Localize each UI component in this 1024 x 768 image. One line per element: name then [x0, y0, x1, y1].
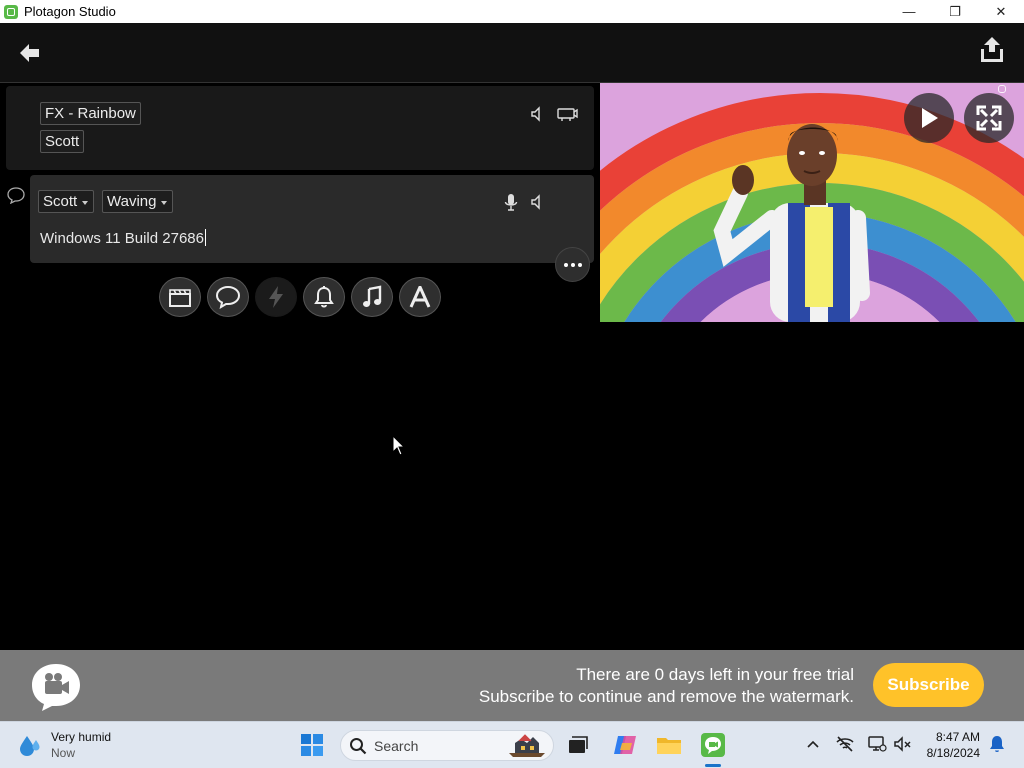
copilot-button[interactable]	[610, 730, 640, 760]
add-action-button[interactable]	[255, 277, 297, 317]
play-icon	[922, 108, 938, 128]
plotagon-app-icon	[4, 4, 18, 19]
copilot-icon	[614, 736, 636, 754]
add-music-button[interactable]	[351, 277, 393, 317]
task-view-icon	[569, 736, 588, 753]
windows-taskbar: Very humid Now Search 8:47 AM 8/18/2024	[0, 721, 1024, 768]
app-header	[0, 23, 1024, 83]
notification-bell-icon[interactable]	[987, 734, 1007, 754]
plotagon-app-icon	[701, 733, 725, 757]
music-note-icon	[363, 285, 382, 307]
add-scene-button[interactable]	[159, 277, 201, 317]
weather-title[interactable]: Very humid	[51, 730, 111, 744]
text-caret	[205, 229, 206, 246]
chevron-up-icon[interactable]	[803, 734, 823, 754]
add-text-button[interactable]	[399, 277, 441, 317]
watermark-icon	[998, 85, 1006, 93]
location-tag[interactable]: FX - Rainbow	[40, 102, 141, 125]
water-drop-icon[interactable]	[17, 732, 43, 758]
share-upload-icon	[981, 37, 1003, 62]
microphone-icon[interactable]	[502, 193, 520, 211]
folder-icon	[657, 738, 681, 754]
character-dropdown[interactable]: Scott	[38, 190, 95, 213]
dialogue-text: Windows 11 Build 27686	[40, 230, 204, 247]
video-preview[interactable]	[600, 83, 1024, 322]
speaker-icon[interactable]	[529, 193, 547, 211]
dot	[577, 262, 582, 267]
weather-subtitle: Now	[51, 746, 76, 760]
speech-bubble-icon	[215, 285, 241, 309]
search-highlight-icon	[509, 734, 545, 757]
back-button[interactable]	[16, 39, 44, 67]
play-button[interactable]	[904, 93, 954, 143]
camera-angle-icon[interactable]	[556, 105, 578, 123]
speaker-muted-icon[interactable]	[893, 734, 913, 754]
taskbar-search[interactable]: Search	[340, 730, 554, 761]
network-disconnected-icon[interactable]	[835, 734, 855, 754]
dot	[563, 262, 568, 267]
task-view-button[interactable]	[563, 730, 593, 760]
file-explorer-button[interactable]	[654, 730, 684, 760]
window-title: Plotagon Studio	[24, 4, 116, 19]
dot	[570, 262, 575, 267]
windows-logo-icon	[301, 734, 323, 756]
arrow-left-icon	[20, 44, 39, 62]
trial-banner: There are 0 days left in your free trial…	[0, 650, 1024, 721]
plotagon-logo-icon	[32, 664, 80, 711]
more-options-button[interactable]	[555, 247, 590, 282]
active-app-indicator	[705, 764, 721, 767]
close-button[interactable]: ✕	[978, 0, 1024, 23]
display-icon[interactable]	[867, 734, 887, 754]
dialogue-line-card[interactable]: Scott Waving	[30, 175, 594, 263]
minimize-button[interactable]: —	[886, 0, 932, 23]
window-controls: — ❐ ✕	[886, 0, 1024, 23]
dialogue-text-input[interactable]: Windows 11 Build 27686	[40, 229, 206, 247]
export-button[interactable]	[978, 35, 1006, 65]
clapperboard-icon	[169, 289, 191, 307]
text-letter-icon	[409, 286, 431, 308]
start-button[interactable]	[297, 730, 327, 760]
clock-date[interactable]: 8/18/2024	[922, 746, 980, 760]
bell-icon	[314, 286, 334, 308]
rainbow-scene	[600, 83, 1024, 322]
speech-bubble-icon	[7, 187, 25, 204]
action-dropdown[interactable]: Waving	[102, 190, 174, 213]
trial-submessage: Subscribe to continue and remove the wat…	[478, 687, 854, 706]
trial-message: There are 0 days left in your free trial	[576, 665, 854, 684]
plotagon-taskbar-button[interactable]	[698, 730, 728, 760]
search-placeholder: Search	[374, 738, 419, 754]
subscribe-button[interactable]: Subscribe	[873, 663, 984, 707]
fullscreen-button[interactable]	[964, 93, 1014, 143]
search-icon	[350, 738, 367, 755]
mouse-cursor-icon	[392, 435, 406, 456]
clock-time[interactable]: 8:47 AM	[932, 730, 980, 744]
scene-line-card[interactable]: FX - Rainbow Scott	[6, 86, 594, 170]
window-titlebar: Plotagon Studio — ❐ ✕	[0, 0, 1024, 23]
expand-icon	[976, 105, 1002, 131]
character-tag[interactable]: Scott	[40, 130, 85, 153]
add-sound-effect-button[interactable]	[303, 277, 345, 317]
restore-button[interactable]: ❐	[932, 0, 978, 23]
add-dialogue-button[interactable]	[207, 277, 249, 317]
lightning-icon	[269, 286, 283, 308]
speaker-icon[interactable]	[529, 105, 547, 123]
